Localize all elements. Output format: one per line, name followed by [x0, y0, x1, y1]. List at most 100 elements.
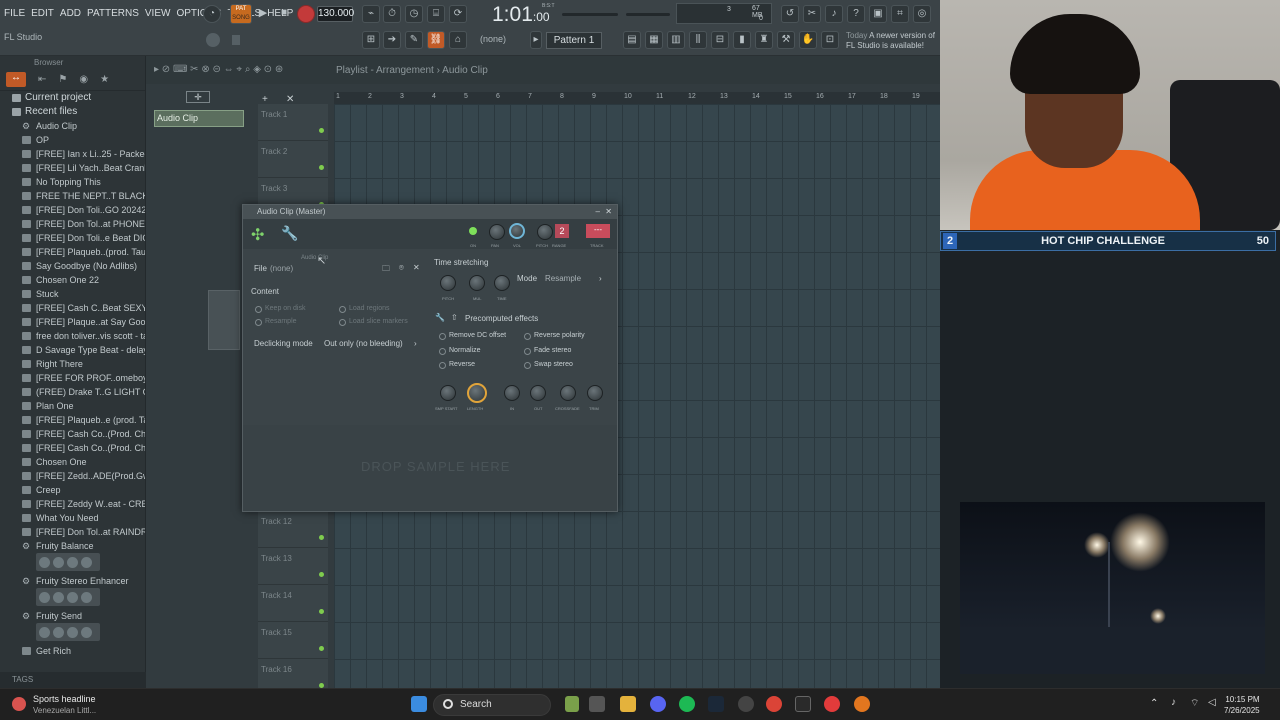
load-regions-radio[interactable] — [339, 306, 346, 313]
undo-icon[interactable]: ↺ — [781, 5, 799, 23]
mixer-icon[interactable]: ⫼ — [689, 31, 707, 49]
browser-plugin[interactable]: ⚙ Fruity Stereo Enhancer — [0, 574, 145, 588]
fade-stereo-radio[interactable] — [524, 348, 531, 355]
track-value[interactable]: --- — [586, 224, 610, 238]
length-knob[interactable] — [467, 383, 487, 403]
master-pitch-slider[interactable] — [626, 13, 670, 16]
load-slice-radio[interactable] — [339, 319, 346, 326]
stop-icon[interactable]: ■ — [275, 5, 293, 23]
track-header[interactable]: Track 15 — [258, 622, 328, 659]
reverse-radio[interactable] — [439, 362, 446, 369]
menu-add[interactable]: ADD — [60, 8, 81, 19]
save-icon[interactable]: ▣ — [869, 5, 887, 23]
open-folder-icon[interactable]: 🗀 — [382, 263, 390, 277]
news-widget[interactable]: Sports headline Venezuelan Littl... — [12, 694, 96, 716]
news-panel[interactable]: Today A newer version of FL Studio is ava… — [846, 31, 935, 51]
picker-toggle-icon[interactable]: ✛ — [186, 91, 210, 103]
browser-file[interactable]: [FREE] Don Tol..at PHONE CALL — [0, 217, 145, 231]
browser-plugin[interactable]: ⚙ Fruity Send — [0, 609, 145, 623]
track-led[interactable] — [319, 609, 324, 614]
browser-file[interactable]: [FREE] Plaqueb..e (prod. Taurs) — [0, 413, 145, 427]
browser-file[interactable]: [FREE] Plaqueb..(prod. Taurs) — [0, 245, 145, 259]
file-value[interactable]: (none) — [270, 264, 293, 273]
menu-view[interactable]: VIEW — [145, 8, 171, 19]
ts-mul-knob[interactable] — [469, 275, 485, 291]
windows-start-icon[interactable] — [411, 696, 427, 712]
track-header[interactable]: Track 12 — [258, 511, 328, 548]
browser-file[interactable]: [FREE] Don Toli..e Beat DIGITAL — [0, 231, 145, 245]
browser-file[interactable]: free don toliver..vis scott - taxes — [0, 329, 145, 343]
help-icon[interactable]: ? — [847, 5, 865, 23]
countdown-icon[interactable]: ◷ — [405, 5, 423, 23]
loop-record-icon[interactable]: ⟳ — [449, 5, 467, 23]
discord-icon[interactable] — [650, 696, 666, 712]
browser-file[interactable]: [FREE] Don Tol..at RAINDROPS — [0, 525, 145, 539]
wait-icon[interactable]: ⏱ — [383, 5, 401, 23]
browser-file[interactable]: Creep — [0, 483, 145, 497]
picker-audio-clip[interactable]: Audio Clip — [154, 110, 244, 127]
browser-file[interactable]: FREE THE NEPT..T BLACK & BLUE — [0, 189, 145, 203]
browser-file[interactable]: [FREE] Ian x Li..25 - Packed Up — [0, 147, 145, 161]
track-header[interactable]: Track 2 — [258, 141, 328, 178]
browser-file[interactable]: OP — [0, 133, 145, 147]
network-icon[interactable]: ⌔ — [1190, 697, 1199, 710]
drop-zone[interactable]: DROP SAMPLE HERE — [243, 425, 617, 511]
metronome-icon[interactable]: ⌁ — [362, 5, 380, 23]
browser-file[interactable]: [FREE] Cash Co..(Prod. Chubbs) — [0, 427, 145, 441]
browser-file[interactable]: Get Rich — [0, 644, 145, 658]
track-led[interactable] — [319, 165, 324, 170]
minimize-icon[interactable]: – — [596, 205, 600, 219]
browser-file[interactable]: D Savage Type Beat - delayed — [0, 343, 145, 357]
channel-none[interactable]: (none) — [480, 34, 506, 44]
playlist-icon[interactable]: ▤ — [623, 31, 641, 49]
opera-icon[interactable] — [824, 696, 840, 712]
tempo-display[interactable]: 130.000 — [317, 6, 354, 22]
swap-stereo-radio[interactable] — [524, 362, 531, 369]
in-knob[interactable] — [504, 385, 520, 401]
pencil-icon[interactable]: ✎ — [405, 31, 423, 49]
browser-back-icon[interactable]: ⇤ — [38, 74, 46, 85]
dialog-titlebar[interactable]: Audio Clip (Master) – ✕ — [243, 205, 617, 219]
browser-file[interactable]: [FREE] Zedd..ADE(Prod.Gwxap) — [0, 469, 145, 483]
browser-file[interactable]: Chosen One 22 — [0, 273, 145, 287]
playlist-tools-icon[interactable]: ▸ ⊘ ⌨ ✂ ⊗ ⊝ ⇔ ⌖ ⌕ ◈ ⊙ ⊛ — [154, 64, 283, 75]
track-led[interactable] — [319, 535, 324, 540]
mic-icon[interactable]: ♪ — [825, 5, 843, 23]
cut-icon[interactable]: ✂ — [803, 5, 821, 23]
reverse-polarity-radio[interactable] — [524, 333, 531, 340]
piano-roll-icon[interactable]: ▥ — [667, 31, 685, 49]
wrench-tab-icon[interactable]: 🔧 — [281, 225, 298, 242]
browser-file[interactable]: [FREE] Don Toli..GO 20242025 — [0, 203, 145, 217]
plugin-db-icon[interactable]: ♜ — [755, 31, 773, 49]
track-led[interactable] — [319, 572, 324, 577]
browser-file[interactable]: Chosen One — [0, 455, 145, 469]
browser-file[interactable]: [FREE FOR PROF..omeboynity ] — [0, 371, 145, 385]
spotify-icon[interactable] — [679, 696, 695, 712]
menu-edit[interactable]: EDIT — [31, 8, 54, 19]
vol-knob[interactable] — [509, 223, 525, 239]
pattern-selector[interactable]: Pattern 1 — [546, 32, 602, 49]
project-icon[interactable]: ▮ — [733, 31, 751, 49]
link-icon[interactable]: ⛓ — [427, 31, 445, 49]
browser-plugin[interactable]: ⚙ Fruity Balance — [0, 539, 145, 553]
declick-arrow-icon[interactable]: › — [414, 339, 417, 348]
trim-knob[interactable] — [587, 385, 603, 401]
obs-icon[interactable] — [738, 696, 754, 712]
browser-file[interactable]: (FREE) Drake T..G LIGHT CEDES — [0, 385, 145, 399]
ts-pitch-knob[interactable] — [440, 275, 456, 291]
fl-studio-icon[interactable] — [854, 696, 870, 712]
mode-select[interactable]: Resample — [545, 274, 581, 283]
pat-song-toggle[interactable]: PAT SONG — [230, 4, 252, 24]
out-knob[interactable] — [530, 385, 546, 401]
browser-file[interactable]: ⚙ Audio Clip — [0, 119, 145, 133]
task-view-icon[interactable] — [589, 696, 605, 712]
smp-start-knob[interactable] — [440, 385, 456, 401]
pan-knob[interactable] — [489, 224, 505, 240]
collapsed-panel[interactable] — [208, 290, 240, 350]
browser-file[interactable]: [FREE] Cash Co..(Prod. Chubbs) — [0, 441, 145, 455]
play-icon[interactable]: ▶ — [254, 5, 272, 23]
main-pitch-knob[interactable] — [232, 35, 240, 45]
volume-icon[interactable]: ◁ — [1208, 697, 1216, 708]
menu-patterns[interactable]: PATTERNS — [87, 8, 139, 19]
browser-file[interactable]: Say Goodbye (No Adlibs) — [0, 259, 145, 273]
